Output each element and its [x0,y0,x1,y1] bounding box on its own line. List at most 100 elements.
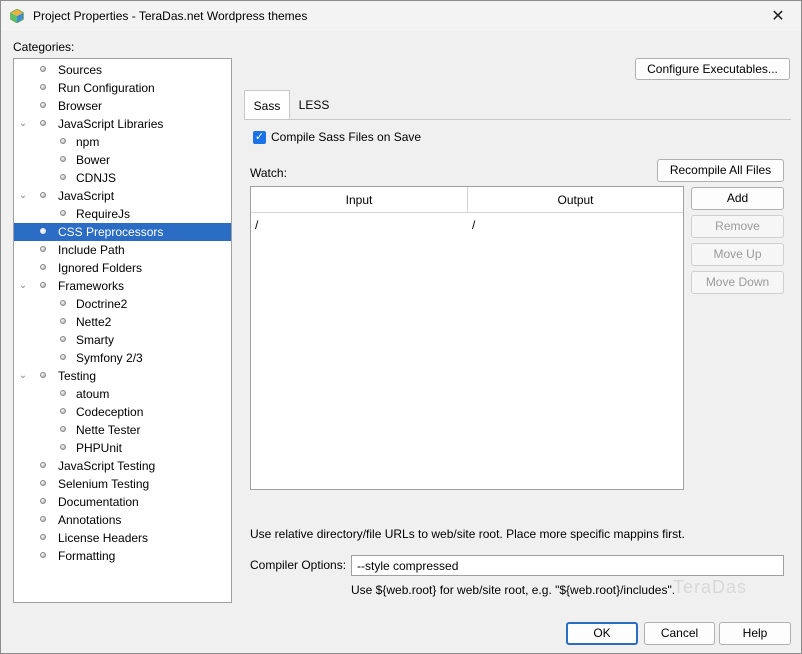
categories-tree[interactable]: Sources Run Configuration Browser ⌄ JavaScri… [13,58,232,603]
compile-on-save-checkbox[interactable]: ✓ [253,131,266,144]
node-bullet-icon [40,372,46,378]
tree-item[interactable]: Sources [14,61,231,79]
title-bar: Project Properties - TeraDas.net Wordpre… [1,1,801,31]
tree-item[interactable]: Formatting [14,547,231,565]
node-bullet-icon [60,408,66,414]
tree-item[interactable]: Ignored Folders [14,259,231,277]
tree-item[interactable]: Include Path [14,241,231,259]
tree-item-label: Bower [76,153,111,167]
tab-sass[interactable]: Sass [244,90,290,120]
tree-item[interactable]: JavaScript Testing [14,457,231,475]
tree-item-label: Symfony 2/3 [76,351,143,365]
compiler-options-input[interactable] [351,555,784,576]
tree-item[interactable]: CSS Preprocessors [14,223,231,241]
tree-item-label: JavaScript Libraries [58,117,164,131]
node-bullet-icon [60,156,66,162]
tree-item[interactable]: Symfony 2/3 [14,349,231,367]
table-cell-output[interactable]: / [472,218,475,232]
node-bullet-icon [40,192,46,198]
watermark: TeraDas [673,577,748,597]
tree-item[interactable]: Nette Tester [14,421,231,439]
chevron-down-icon[interactable]: ⌄ [17,118,29,130]
tree-item-label: JavaScript [58,189,115,203]
tree-item[interactable]: ⌄ JavaScript [14,187,231,205]
tree-item[interactable]: ⌄ JavaScript Libraries [14,115,231,133]
node-bullet-icon [40,246,46,252]
tree-item-label: Frameworks [58,279,125,293]
tree-item-label: Doctrine2 [76,297,128,311]
column-header-input[interactable]: Input [251,187,468,213]
node-bullet-icon [40,552,46,558]
tree-item-label: CDNJS [76,171,117,185]
chevron-down-icon[interactable]: ⌄ [17,370,29,382]
move-up-button[interactable]: Move Up [691,243,784,266]
node-bullet-icon [60,174,66,180]
tree-item[interactable]: atoum [14,385,231,403]
tree-item[interactable]: Nette2 [14,313,231,331]
watch-label: Watch: [250,166,287,180]
node-bullet-icon [60,210,66,216]
cancel-button[interactable]: Cancel [644,622,715,645]
tree-item[interactable]: Doctrine2 [14,295,231,313]
node-bullet-icon [40,120,46,126]
node-bullet-icon [60,390,66,396]
tree-item[interactable]: ⌄ Frameworks [14,277,231,295]
tree-item[interactable]: Codeception [14,403,231,421]
tab-less[interactable]: LESS [292,90,336,120]
compiler-options-label: Compiler Options: [250,558,347,572]
chevron-down-icon[interactable]: ⌄ [17,280,29,292]
tree-item-label: Formatting [58,549,116,563]
tree-item[interactable]: Bower [14,151,231,169]
tree-item-label: Run Configuration [58,81,155,95]
add-button[interactable]: Add [691,187,784,210]
node-bullet-icon [40,516,46,522]
tree-item[interactable]: npm [14,133,231,151]
node-bullet-icon [40,480,46,486]
compile-on-save-label[interactable]: Compile Sass Files on Save [271,130,421,144]
tree-item[interactable]: Smarty [14,331,231,349]
move-down-button[interactable]: Move Down [691,271,784,294]
tree-item-label: RequireJs [76,207,131,221]
tab-divider [244,119,791,120]
tree-item[interactable]: RequireJs [14,205,231,223]
node-bullet-icon [60,354,66,360]
node-bullet-icon [40,84,46,90]
chevron-down-icon[interactable]: ⌄ [17,190,29,202]
node-bullet-icon [60,300,66,306]
node-bullet-icon [60,318,66,324]
tree-item-label: atoum [76,387,110,401]
mapping-hint-text: Use relative directory/file URLs to web/… [250,527,685,541]
table-cell-input[interactable]: / [255,218,258,232]
tree-item[interactable]: PHPUnit [14,439,231,457]
watch-table[interactable]: Input Output / / [250,186,684,490]
tree-item[interactable]: Browser [14,97,231,115]
window-title: Project Properties - TeraDas.net Wordpre… [33,9,308,23]
tree-item-label: Documentation [58,495,139,509]
tree-item[interactable]: Documentation [14,493,231,511]
tree-item-label: Nette Tester [76,423,141,437]
tree-item[interactable]: ⌄ Testing [14,367,231,385]
tree-item[interactable]: Selenium Testing [14,475,231,493]
node-bullet-icon [40,534,46,540]
tree-item-label: Selenium Testing [58,477,150,491]
tree-item-label: PHPUnit [76,441,123,455]
column-header-output[interactable]: Output [468,187,683,213]
tree-item[interactable]: License Headers [14,529,231,547]
close-icon[interactable]: ✕ [755,1,801,31]
netbeans-app-icon [10,9,24,23]
tree-item[interactable]: Run Configuration [14,79,231,97]
node-bullet-icon [60,138,66,144]
tree-item[interactable]: Annotations [14,511,231,529]
node-bullet-icon [60,336,66,342]
tree-item[interactable]: CDNJS [14,169,231,187]
tree-item-label: Smarty [76,333,115,347]
tree-item-label: Codeception [76,405,144,419]
remove-button[interactable]: Remove [691,215,784,238]
tree-item-label: Annotations [58,513,122,527]
recompile-all-files-button[interactable]: Recompile All Files [657,159,784,182]
help-button[interactable]: Help [719,622,791,645]
node-bullet-icon [60,444,66,450]
ok-button[interactable]: OK [566,622,638,645]
compiler-options-hint: Use ${web.root} for web/site root, e.g. … [351,583,676,597]
configure-executables-button[interactable]: Configure Executables... [635,58,790,80]
